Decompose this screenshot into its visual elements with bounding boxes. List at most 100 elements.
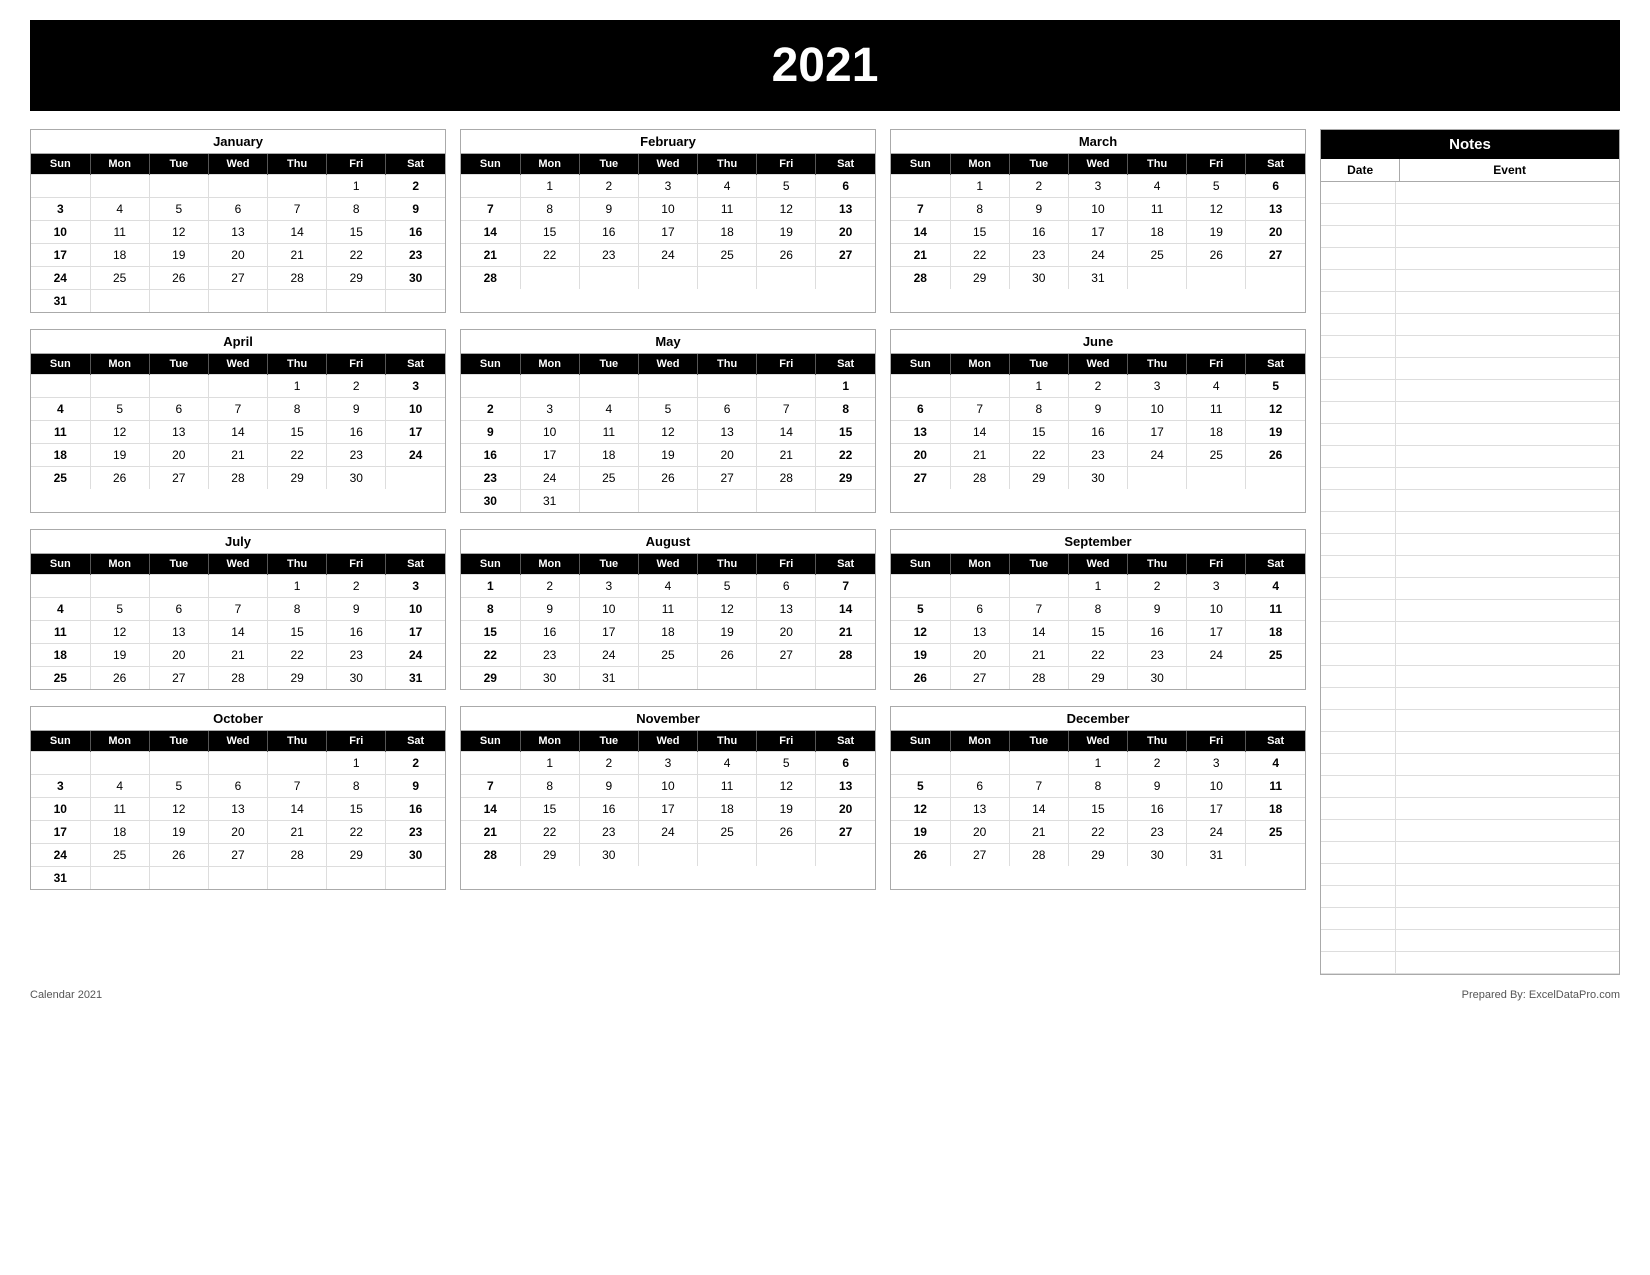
day-cell[interactable]: 24 (1187, 821, 1246, 844)
day-cell[interactable] (208, 175, 267, 198)
day-cell[interactable]: 3 (31, 198, 90, 221)
day-cell[interactable] (698, 667, 757, 690)
day-cell[interactable]: 30 (1009, 267, 1068, 290)
day-cell[interactable]: 20 (950, 644, 1009, 667)
day-cell[interactable]: 10 (386, 398, 445, 421)
day-cell[interactable]: 20 (149, 444, 208, 467)
day-cell[interactable]: 19 (149, 244, 208, 267)
day-cell[interactable]: 10 (31, 798, 90, 821)
day-cell[interactable]: 7 (816, 575, 875, 598)
day-cell[interactable]: 28 (816, 644, 875, 667)
day-cell[interactable]: 8 (327, 198, 386, 221)
day-cell[interactable]: 30 (1128, 844, 1187, 867)
day-cell[interactable] (31, 575, 90, 598)
day-cell[interactable]: 6 (208, 775, 267, 798)
day-cell[interactable] (816, 490, 875, 513)
day-cell[interactable]: 10 (386, 598, 445, 621)
day-cell[interactable]: 28 (208, 467, 267, 490)
day-cell[interactable]: 14 (461, 798, 520, 821)
day-cell[interactable]: 29 (461, 667, 520, 690)
day-cell[interactable]: 8 (268, 598, 327, 621)
day-cell[interactable]: 20 (816, 798, 875, 821)
day-cell[interactable]: 21 (208, 444, 267, 467)
day-cell[interactable]: 9 (386, 198, 445, 221)
day-cell[interactable]: 4 (638, 575, 697, 598)
day-cell[interactable]: 5 (757, 752, 816, 775)
day-cell[interactable]: 11 (90, 798, 149, 821)
day-cell[interactable]: 5 (757, 175, 816, 198)
day-cell[interactable]: 26 (90, 667, 149, 690)
day-cell[interactable]: 22 (268, 444, 327, 467)
day-cell[interactable]: 2 (520, 575, 579, 598)
day-cell[interactable] (149, 175, 208, 198)
day-cell[interactable]: 19 (90, 444, 149, 467)
day-cell[interactable] (90, 290, 149, 313)
day-cell[interactable]: 21 (461, 821, 520, 844)
day-cell[interactable]: 17 (1128, 421, 1187, 444)
day-cell[interactable] (698, 490, 757, 513)
day-cell[interactable]: 13 (950, 621, 1009, 644)
day-cell[interactable] (1187, 467, 1246, 490)
day-cell[interactable]: 28 (268, 844, 327, 867)
day-cell[interactable]: 11 (1128, 198, 1187, 221)
day-cell[interactable]: 10 (638, 198, 697, 221)
day-cell[interactable]: 16 (327, 421, 386, 444)
day-cell[interactable]: 12 (90, 621, 149, 644)
day-cell[interactable]: 4 (698, 752, 757, 775)
day-cell[interactable] (461, 175, 520, 198)
day-cell[interactable]: 3 (638, 752, 697, 775)
day-cell[interactable]: 29 (950, 267, 1009, 290)
day-cell[interactable]: 19 (90, 644, 149, 667)
day-cell[interactable]: 17 (638, 221, 697, 244)
day-cell[interactable]: 18 (1128, 221, 1187, 244)
day-cell[interactable]: 31 (31, 290, 90, 313)
day-cell[interactable] (950, 375, 1009, 398)
day-cell[interactable]: 22 (1068, 821, 1127, 844)
day-cell[interactable]: 6 (1246, 175, 1305, 198)
day-cell[interactable]: 3 (1187, 575, 1246, 598)
day-cell[interactable] (90, 867, 149, 890)
day-cell[interactable] (579, 375, 638, 398)
day-cell[interactable] (386, 467, 445, 490)
day-cell[interactable] (461, 752, 520, 775)
day-cell[interactable]: 25 (698, 244, 757, 267)
day-cell[interactable]: 6 (698, 398, 757, 421)
day-cell[interactable]: 11 (698, 775, 757, 798)
day-cell[interactable]: 20 (149, 644, 208, 667)
day-cell[interactable]: 11 (579, 421, 638, 444)
day-cell[interactable]: 14 (891, 221, 950, 244)
day-cell[interactable]: 24 (1068, 244, 1127, 267)
day-cell[interactable]: 22 (950, 244, 1009, 267)
day-cell[interactable]: 26 (891, 844, 950, 867)
day-cell[interactable]: 17 (638, 798, 697, 821)
day-cell[interactable] (90, 752, 149, 775)
day-cell[interactable] (149, 575, 208, 598)
day-cell[interactable] (208, 575, 267, 598)
day-cell[interactable]: 20 (950, 821, 1009, 844)
day-cell[interactable]: 22 (520, 244, 579, 267)
day-cell[interactable]: 15 (520, 798, 579, 821)
day-cell[interactable]: 1 (520, 175, 579, 198)
day-cell[interactable] (757, 375, 816, 398)
day-cell[interactable]: 14 (950, 421, 1009, 444)
day-cell[interactable]: 25 (1187, 444, 1246, 467)
day-cell[interactable]: 8 (461, 598, 520, 621)
day-cell[interactable]: 27 (757, 644, 816, 667)
day-cell[interactable]: 29 (327, 267, 386, 290)
day-cell[interactable]: 12 (698, 598, 757, 621)
day-cell[interactable]: 16 (461, 444, 520, 467)
day-cell[interactable]: 24 (638, 821, 697, 844)
day-cell[interactable] (579, 490, 638, 513)
day-cell[interactable]: 7 (208, 598, 267, 621)
day-cell[interactable] (891, 175, 950, 198)
day-cell[interactable]: 21 (1009, 821, 1068, 844)
day-cell[interactable]: 14 (208, 421, 267, 444)
day-cell[interactable]: 4 (1246, 752, 1305, 775)
day-cell[interactable]: 23 (327, 644, 386, 667)
day-cell[interactable]: 15 (816, 421, 875, 444)
day-cell[interactable] (461, 375, 520, 398)
day-cell[interactable]: 11 (1187, 398, 1246, 421)
day-cell[interactable]: 4 (1187, 375, 1246, 398)
day-cell[interactable]: 17 (520, 444, 579, 467)
day-cell[interactable]: 25 (579, 467, 638, 490)
